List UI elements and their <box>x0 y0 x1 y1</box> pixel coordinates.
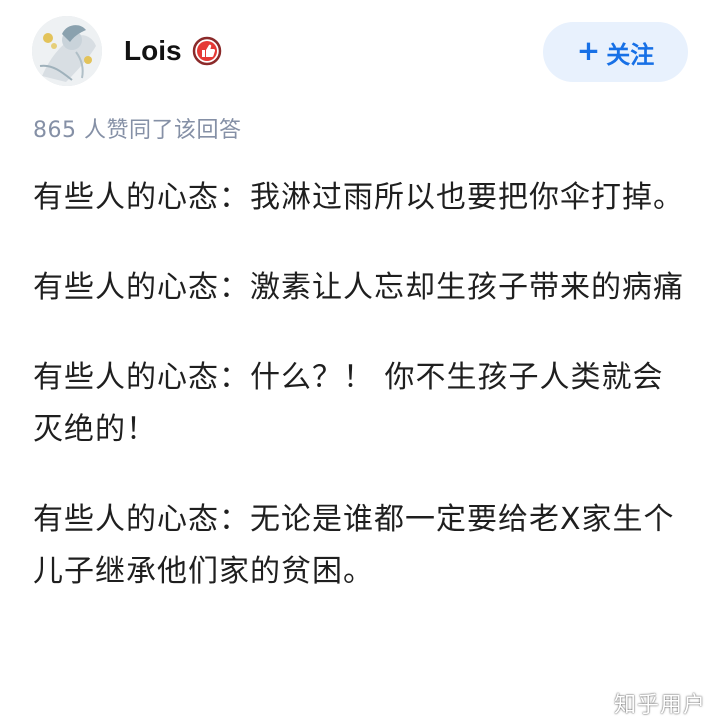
watermark: 知乎用户 <box>613 693 706 718</box>
answer-paragraph: 有些人的心态：无论是谁都一定要给老X家生个儿子继承他们家的贫困。 <box>33 502 675 589</box>
follow-button[interactable]: + 关注 <box>543 22 688 82</box>
avatar-illustration-icon <box>32 16 102 86</box>
thumbs-up-badge-icon <box>192 36 222 66</box>
answer-paragraph: 有些人的心态：我淋过雨所以也要把你伞打掉。 <box>33 180 684 215</box>
plus-icon: + <box>576 34 601 67</box>
answer-paragraph: 有些人的心态：激素让人忘却生孩子带来的病痛 <box>33 270 684 305</box>
answer-header: Lois + 关注 <box>0 0 720 100</box>
answer-body: 有些人的心态：我淋过雨所以也要把你伞打掉。 有些人的心态：激素让人忘却生孩子带来… <box>33 172 693 636</box>
avatar[interactable] <box>32 16 102 86</box>
author-name[interactable]: Lois <box>124 34 182 68</box>
answer-paragraph: 有些人的心态：什么？！ 你不生孩子人类就会灭绝的！ <box>33 360 664 447</box>
upvote-count[interactable]: 865 人赞同了该回答 <box>33 116 242 146</box>
follow-button-label: 关注 <box>606 40 655 69</box>
